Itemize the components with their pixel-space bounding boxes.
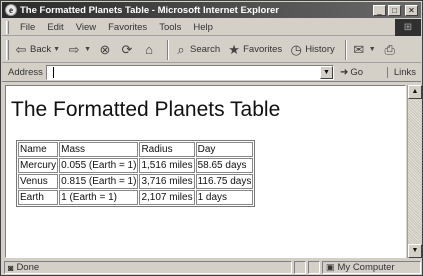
favorites-button[interactable]: ★ Favorites [226,42,282,58]
cell-radius: 1,516 miles [139,158,195,173]
back-label: Back [30,44,52,55]
toolbar-separator [167,39,169,60]
forward-button[interactable]: ⇨ ▼ [66,42,91,58]
cell-radius: 3,716 miles [139,174,195,189]
go-label: Go [350,67,364,78]
status-cell [308,261,320,274]
home-icon: ⌂ [145,42,153,57]
header-day: Day [195,142,254,157]
cell-mass: 0.815 (Earth = 1) [59,174,139,189]
scroll-up-button[interactable]: ▲ [408,85,422,99]
search-icon: ⌕ [177,41,185,57]
go-button[interactable]: ➜ Go [340,67,363,78]
windows-logo-icon: ⊞ [395,18,421,36]
menu-file[interactable]: File [14,22,41,33]
header-radius: Radius [139,142,195,157]
scroll-down-button[interactable]: ▼ [408,244,422,258]
search-button[interactable]: ⌕ Search [173,42,220,58]
chevron-down-icon[interactable]: ▼ [53,46,60,53]
cell-day: 116.75 days [195,174,254,189]
address-bar: Address ▼ ➜ Go Links [2,64,421,82]
history-label: History [305,44,335,55]
menu-tools[interactable]: Tools [153,22,187,33]
favorites-folder-icon: ★ [228,41,240,57]
address-input[interactable]: ▼ [46,65,334,80]
ie-logo-icon: e [5,4,17,16]
status-bar: ◙ Done ▣ My Computer [2,260,421,275]
cell-day: 1 days [195,190,254,205]
menu-help[interactable]: Help [187,22,219,33]
maximize-button[interactable]: □ [388,4,401,16]
window-title: The Formatted Planets Table - Microsoft … [20,4,280,16]
page-heading: The Formatted Planets Table [11,98,281,121]
menu-favorites[interactable]: Favorites [102,22,153,33]
mail-icon: ✉ [353,41,365,57]
print-button[interactable]: ⎙ [382,42,398,58]
table-header-row: Name Mass Radius Day [18,142,254,157]
menu-edit[interactable]: Edit [41,22,69,33]
cell-mass: 0.055 (Earth = 1) [59,158,139,173]
close-button[interactable]: ✕ [405,4,418,16]
standard-toolbar: ⇦ Back ▼ ⇨ ▼ ⊗ ⟳ ⌂ ⌕ Search ★ Favorites … [2,37,421,63]
search-label: Search [190,44,221,55]
title-bar[interactable]: e The Formatted Planets Table - Microsof… [2,2,421,18]
cell-name: Mercury [18,158,59,173]
table-row: Venus 0.815 (Earth = 1) 3,716 miles 116.… [18,174,254,189]
computer-icon: ▣ [326,262,335,272]
history-button[interactable]: ◷ History [288,42,335,58]
back-button[interactable]: ⇦ Back ▼ [13,41,61,58]
go-arrow-icon: ➜ [340,67,349,78]
toolbar-separator [344,39,347,60]
status-text: Done [16,262,40,273]
header-name: Name [18,142,59,157]
menu-view[interactable]: View [70,22,102,33]
vertical-scrollbar[interactable]: ▲ ▼ [407,85,422,258]
print-icon: ⎙ [384,41,395,57]
zone-text: My Computer [337,262,395,273]
address-label: Address [8,67,43,78]
stop-button[interactable]: ⊗ [97,42,113,58]
table-row: Mercury 0.055 (Earth = 1) 1,516 miles 58… [18,158,254,173]
home-button[interactable]: ⌂ [141,42,157,58]
page-done-icon: ◙ [8,262,14,273]
links-button[interactable]: Links [386,67,416,78]
table-row: Earth 1 (Earth = 1) 2,107 miles 1 days [18,190,254,205]
toolbar-grip[interactable] [6,39,9,60]
refresh-icon: ⟳ [121,41,133,57]
menu-bar: File Edit View Favorites Tools Help ⊞ [2,18,421,36]
address-dropdown-button[interactable]: ▼ [320,66,333,79]
status-cell [294,261,306,274]
browser-window: e The Formatted Planets Table - Microsof… [0,0,423,276]
page-content: The Formatted Planets Table Name Mass Ra… [5,85,406,258]
text-cursor [53,67,54,78]
refresh-button[interactable]: ⟳ [119,42,135,58]
status-panel: ◙ Done [4,261,292,274]
cell-day: 58.65 days [195,158,254,173]
stop-icon: ⊗ [99,41,111,57]
favorites-label: Favorites [243,44,283,55]
history-icon: ◷ [290,41,302,57]
mail-button[interactable]: ✉ ▼ [351,41,376,58]
cell-mass: 1 (Earth = 1) [59,190,139,205]
cell-name: Earth [18,190,59,205]
cell-name: Venus [18,174,59,189]
chevron-down-icon[interactable]: ▼ [369,46,376,53]
planets-table: Name Mass Radius Day Mercury 0.055 (Eart… [16,140,256,207]
header-mass: Mass [59,142,139,157]
chevron-down-icon[interactable]: ▼ [84,46,91,53]
toolbar-grip[interactable] [6,20,9,34]
cell-radius: 2,107 miles [139,190,195,205]
minimize-button[interactable]: _ [373,4,386,16]
security-zone: ▣ My Computer [322,261,421,274]
back-arrow-icon: ⇦ [15,41,27,57]
forward-arrow-icon: ⇨ [68,41,80,57]
